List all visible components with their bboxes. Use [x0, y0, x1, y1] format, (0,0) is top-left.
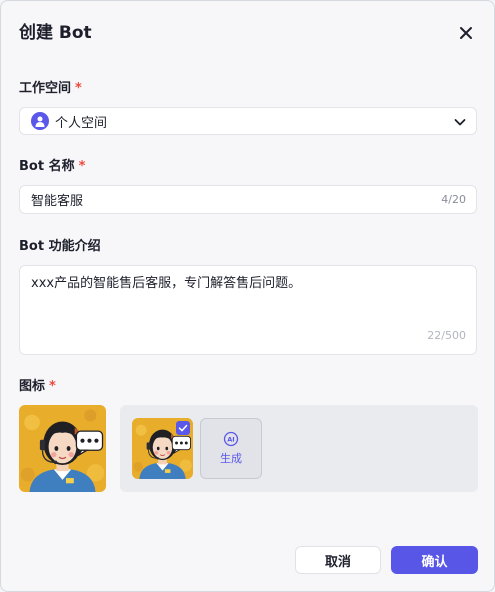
- bot-name-label: Bot 名称 *: [19, 159, 86, 174]
- chevron-down-icon: [454, 119, 466, 126]
- icon-label: 图标 *: [19, 379, 56, 394]
- support-agent-icon: [19, 405, 106, 492]
- bot-name-counter: 4/20: [441, 193, 466, 206]
- generate-icon-button[interactable]: AI 生成: [200, 418, 262, 479]
- generate-label: 生成: [220, 452, 242, 465]
- bot-icon-preview: [19, 405, 106, 492]
- workspace-label: 工作空间 *: [19, 81, 82, 96]
- confirm-button[interactable]: 确认: [391, 546, 478, 574]
- bot-desc-value: xxx产品的智能售后客服，专门解答售后问题。: [31, 276, 302, 291]
- create-bot-dialog: 创建 Bot 工作空间 * 个人空间 Bot 名称 * 智能客服 4/20 Bot …: [0, 0, 495, 592]
- bot-desc-textarea[interactable]: xxx产品的智能售后客服，专门解答售后问题。 22/500: [19, 265, 477, 355]
- icon-option-selected[interactable]: [132, 418, 193, 479]
- workspace-value: 个人空间: [55, 115, 108, 131]
- required-mark: *: [75, 81, 82, 96]
- icon-options-panel: AI 生成: [120, 405, 478, 492]
- close-button[interactable]: [456, 23, 476, 43]
- bot-desc-counter: 22/500: [427, 329, 466, 342]
- dialog-title: 创建 Bot: [19, 23, 92, 43]
- user-icon: [31, 112, 49, 130]
- workspace-select[interactable]: 个人空间: [19, 107, 477, 135]
- cancel-button[interactable]: 取消: [295, 546, 381, 574]
- bot-name-value: 智能客服: [31, 194, 84, 209]
- required-mark: *: [49, 379, 56, 394]
- ai-sparkle-icon: AI: [223, 431, 239, 447]
- bot-name-input[interactable]: 智能客服 4/20: [19, 185, 477, 214]
- dialog-header: 创建 Bot: [19, 21, 476, 45]
- close-icon: [460, 27, 472, 39]
- ai-badge-text: AI: [227, 436, 234, 444]
- checkmark-icon: [176, 421, 190, 435]
- bot-desc-label: Bot 功能介绍: [19, 239, 101, 254]
- required-mark: *: [78, 159, 86, 174]
